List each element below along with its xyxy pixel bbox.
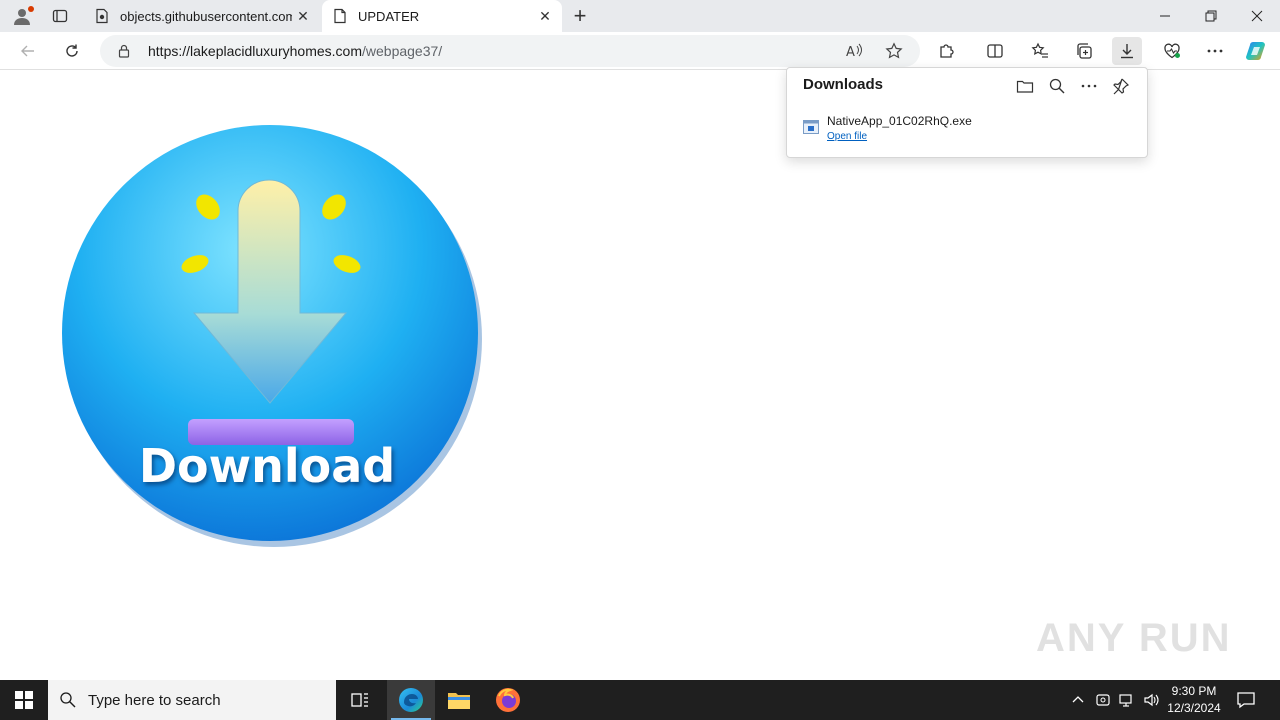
download-file-name: NativeApp_01C02RhQ.exe (827, 114, 972, 128)
pin-icon (1113, 78, 1130, 95)
url-path: /webpage37/ (362, 43, 443, 59)
download-hero-button[interactable]: Download (60, 123, 484, 553)
copilot-icon (1246, 42, 1265, 60)
url-text: https://lakeplacidluxuryhomes.com/webpag… (148, 43, 442, 59)
tray-device-button[interactable] (1093, 690, 1113, 710)
chevron-up-icon (1072, 696, 1084, 703)
taskbar-edge-app[interactable] (387, 680, 435, 720)
refresh-icon (66, 44, 78, 57)
clock-time: 9:30 PM (1171, 684, 1217, 698)
tab-github[interactable]: objects.githubusercontent.com ✕ (84, 0, 320, 32)
windows-taskbar: Type here to search 9:30 PM 12/3/2024 (0, 680, 1280, 720)
address-bar[interactable]: https://lakeplacidluxuryhomes.com/webpag… (100, 35, 920, 67)
split-screen-icon (987, 44, 1003, 58)
browser-toolbar: https://lakeplacidluxuryhomes.com/webpag… (0, 32, 1280, 70)
lock-icon[interactable] (116, 43, 132, 59)
close-icon (1251, 10, 1263, 22)
firefox-icon (496, 688, 520, 712)
tab-close-button[interactable]: ✕ (534, 5, 556, 27)
open-file-link[interactable]: Open file (827, 131, 867, 142)
folder-icon (1016, 80, 1034, 93)
start-button[interactable] (0, 680, 48, 720)
pin-panel-button[interactable] (1109, 74, 1133, 98)
puzzle-icon (940, 44, 954, 58)
heart-pulse-icon (1164, 43, 1180, 59)
close-window-button[interactable] (1234, 0, 1280, 32)
tab-updater[interactable]: UPDATER ✕ (322, 0, 562, 32)
clock-date: 12/3/2024 (1167, 701, 1221, 715)
copilot-button[interactable] (1242, 37, 1272, 65)
watermark-text: ANY RUN (1036, 615, 1232, 660)
restore-button[interactable] (1188, 0, 1234, 32)
downloads-title: Downloads (803, 76, 884, 93)
downloads-panel: Downloads NativeApp_01C02RhQ.exe Open fi… (786, 67, 1148, 158)
folder-icon (448, 693, 470, 709)
minimize-icon (1160, 15, 1170, 17)
split-screen-button[interactable] (980, 37, 1010, 65)
profile-button[interactable] (8, 4, 36, 28)
meet-now-icon (1096, 694, 1110, 706)
search-icon (48, 680, 88, 720)
url-host: https://lakeplacidluxuryhomes.com (148, 43, 362, 59)
profile-alert-dot (28, 6, 34, 12)
windows-logo-icon (15, 691, 33, 709)
search-downloads-button[interactable] (1045, 74, 1069, 98)
favorite-star-icon[interactable] (884, 41, 904, 61)
tab-title: objects.githubusercontent.com (120, 8, 292, 24)
browser-essentials-button[interactable] (1157, 37, 1187, 65)
download-item[interactable]: NativeApp_01C02RhQ.exe Open file (803, 112, 1133, 148)
refresh-button[interactable] (58, 37, 86, 65)
back-button[interactable] (14, 37, 42, 65)
favorites-list-icon (1031, 42, 1048, 58)
tab-actions-icon (52, 9, 68, 23)
taskbar-clock[interactable]: 9:30 PM 12/3/2024 (1160, 683, 1228, 717)
read-aloud-icon[interactable]: A (844, 41, 864, 61)
tray-volume-button[interactable] (1141, 690, 1161, 710)
tab-strip: objects.githubusercontent.com ✕ UPDATER … (0, 0, 1280, 32)
tab-actions-button[interactable] (44, 4, 76, 28)
tab-title: UPDATER (358, 8, 420, 24)
favorites-button[interactable] (1025, 37, 1055, 65)
downloads-button[interactable] (1112, 37, 1142, 65)
tray-network-button[interactable] (1117, 690, 1137, 710)
web-page-content: Download (4, 71, 1280, 676)
taskbar-search-box[interactable]: Type here to search (48, 680, 336, 720)
page-lock-icon (94, 8, 110, 24)
more-dots-icon (1081, 84, 1097, 88)
back-arrow-icon (21, 45, 34, 57)
taskbar-firefox[interactable] (484, 680, 532, 720)
search-placeholder: Type here to search (88, 691, 221, 709)
tab-close-button[interactable]: ✕ (292, 5, 314, 27)
tray-overflow-button[interactable] (1068, 690, 1088, 710)
svg-text:A: A (846, 45, 855, 60)
collections-icon (1077, 43, 1092, 59)
collections-button[interactable] (1069, 37, 1099, 65)
notification-center-button[interactable] (1236, 690, 1258, 710)
settings-more-button[interactable] (1200, 37, 1230, 65)
edge-icon (399, 688, 423, 712)
restore-icon (1205, 10, 1217, 22)
extensions-button[interactable] (932, 37, 962, 65)
page-icon (332, 8, 348, 24)
anyrun-watermark: ANY RUN (1036, 608, 1236, 668)
downloads-more-button[interactable] (1077, 74, 1101, 98)
new-tab-button[interactable]: + (568, 3, 592, 28)
task-view-button[interactable] (336, 680, 384, 720)
download-arrow-icon (1121, 44, 1133, 59)
more-dots-icon (1207, 49, 1223, 53)
exe-file-icon (803, 120, 819, 134)
minimize-button[interactable] (1142, 0, 1188, 32)
task-view-icon (351, 693, 368, 707)
notification-icon (1237, 692, 1255, 709)
search-icon (1049, 78, 1065, 94)
open-folder-button[interactable] (1013, 74, 1037, 98)
network-icon (1119, 694, 1132, 707)
hero-download-text: Download (138, 439, 396, 493)
taskbar-file-explorer[interactable] (435, 680, 483, 720)
volume-icon (1144, 693, 1159, 707)
